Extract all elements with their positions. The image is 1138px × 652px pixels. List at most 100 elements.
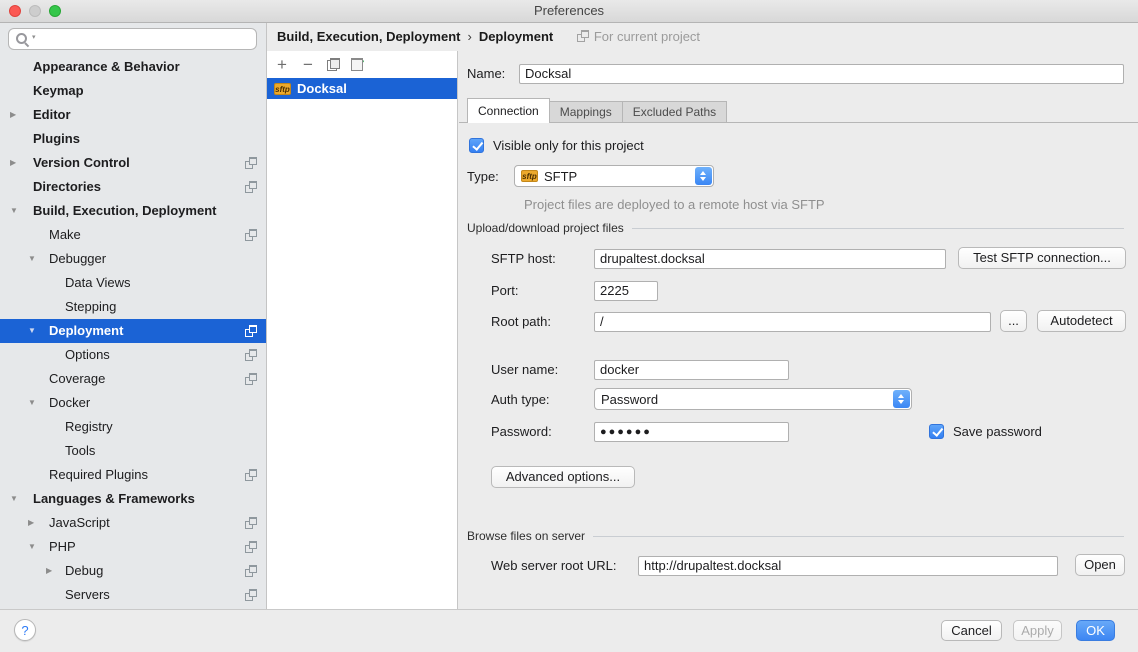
per-project-icon [245,349,257,361]
chevron-down-icon[interactable]: ▼ [28,319,36,343]
sidebar-item-javascript[interactable]: ▶JavaScript [0,511,266,535]
per-project-icon [245,157,257,169]
name-input[interactable]: Docksal [519,64,1124,84]
sidebar-item-required-plugins[interactable]: Required Plugins [0,463,266,487]
sidebar-item-coverage[interactable]: Coverage [0,367,266,391]
copy-server-button[interactable] [326,57,341,72]
zoom-window-button[interactable] [49,5,61,17]
cancel-button[interactable]: Cancel [941,620,1002,641]
name-label: Name: [467,64,505,84]
sidebar-item-servers[interactable]: Servers [0,583,266,607]
chevron-right-icon[interactable]: ▶ [10,151,16,175]
visible-only-checkbox[interactable] [469,138,484,153]
type-help-text: Project files are deployed to a remote h… [524,197,825,212]
test-sftp-connection-button[interactable]: Test SFTP connection... [958,247,1126,269]
user-name-input[interactable]: docker [594,360,789,380]
sidebar-item-registry[interactable]: Registry [0,415,266,439]
title-bar: Preferences [0,0,1138,23]
sidebar-item-label: Debug [0,559,266,583]
chevron-right-icon[interactable]: ▶ [10,103,16,127]
breadcrumb-parent[interactable]: Build, Execution, Deployment [277,29,460,44]
root-path-input[interactable]: / [594,312,991,332]
server-list-item-docksal[interactable]: sftpDocksal [267,78,457,99]
sidebar-item-label: Required Plugins [0,463,266,487]
use-as-default-button[interactable]: ✓ [351,57,366,72]
open-button[interactable]: Open [1075,554,1125,576]
sidebar-item-make[interactable]: Make [0,223,266,247]
sidebar-item-debug[interactable]: ▶Debug [0,559,266,583]
sidebar-item-debugger[interactable]: ▼Debugger [0,247,266,271]
tab-excluded-paths[interactable]: Excluded Paths [622,101,727,122]
sidebar-item-plugins[interactable]: Plugins [0,127,266,151]
per-project-icon [245,517,257,529]
sidebar-item-version-control[interactable]: ▶Version Control [0,151,266,175]
sidebar-item-label: JavaScript [0,511,266,535]
tab-mappings[interactable]: Mappings [550,101,622,122]
port-input[interactable]: 2225 [594,281,658,301]
autodetect-button[interactable]: Autodetect [1037,310,1126,332]
sidebar-item-label: PHP [0,535,266,559]
password-input[interactable]: ●●●●●● [594,422,789,442]
sidebar-item-php[interactable]: ▼PHP [0,535,266,559]
ok-button[interactable]: OK [1076,620,1115,641]
help-button[interactable]: ? [14,619,36,641]
tab-connection[interactable]: Connection [467,98,550,123]
settings-search-box[interactable]: ▾ [8,28,257,50]
chevron-down-icon[interactable]: ▼ [10,199,18,223]
user-name-label: User name: [491,360,558,380]
combo-stepper-icon[interactable] [695,167,712,185]
sidebar-item-data-views[interactable]: Data Views [0,271,266,295]
chevron-right-icon[interactable]: ▶ [28,511,34,535]
sidebar-item-docker[interactable]: ▼Docker [0,391,266,415]
sidebar-item-deployment[interactable]: ▼Deployment [0,319,266,343]
sidebar-item-build-execution-deployment[interactable]: ▼Build, Execution, Deployment [0,199,266,223]
sidebar-item-label: Directories [0,175,266,199]
save-password-checkbox[interactable] [929,424,944,439]
sidebar-item-editor[interactable]: ▶Editor [0,103,266,127]
sidebar-item-directories[interactable]: Directories [0,175,266,199]
server-item-label: Docksal [297,81,347,96]
search-input[interactable] [43,30,252,50]
chevron-down-icon[interactable]: ▼ [28,391,36,415]
sidebar-item-label: Make [0,223,266,247]
per-project-icon [245,589,257,601]
sidebar-item-languages-frameworks[interactable]: ▼Languages & Frameworks [0,487,266,511]
web-root-input[interactable]: http://drupaltest.docksal [638,556,1058,576]
upload-section-title: Upload/download project files [467,221,624,235]
chevron-right-icon[interactable]: ▶ [46,559,52,583]
dialog-footer: ? Cancel Apply OK [0,609,1138,652]
advanced-options-button[interactable]: Advanced options... [491,466,635,488]
section-divider [632,228,1124,229]
server-list-panel: +− ✓ sftpDocksal [267,51,458,610]
chevron-down-icon[interactable]: ▼ [28,247,36,271]
sidebar-item-stepping[interactable]: Stepping [0,295,266,319]
browse-root-path-button[interactable]: ... [1000,310,1027,332]
sidebar-item-label: Plugins [0,127,266,151]
remove-server-button[interactable]: − [300,55,316,75]
apply-button[interactable]: Apply [1013,620,1062,641]
combo-stepper-icon[interactable] [893,390,910,408]
sidebar-item-tools[interactable]: Tools [0,439,266,463]
sidebar-item-label: Docker [0,391,266,415]
chevron-down-icon[interactable]: ▼ [28,535,36,559]
settings-tabs: ConnectionMappingsExcluded Paths [459,99,1138,123]
auth-type-label: Auth type: [491,390,550,410]
port-label: Port: [491,281,518,301]
browse-section-title: Browse files on server [467,529,585,543]
sidebar-item-label: Stepping [0,295,266,319]
window-title: Preferences [0,0,1138,22]
sidebar-item-label: Debugger [0,247,266,271]
auth-type-select[interactable]: Password [594,388,912,410]
sidebar-item-options[interactable]: Options [0,343,266,367]
chevron-down-icon[interactable]: ▼ [10,487,18,511]
sidebar-item-keymap[interactable]: Keymap [0,79,266,103]
type-label: Type: [467,167,499,187]
search-options-caret-icon[interactable]: ▾ [32,33,36,41]
close-window-button[interactable] [9,5,21,17]
add-server-button[interactable]: + [274,55,290,75]
type-select[interactable]: sftp SFTP [514,165,714,187]
breadcrumb-separator: › [467,29,471,44]
sftp-host-input[interactable]: drupaltest.docksal [594,249,946,269]
sidebar-item-appearance-behavior[interactable]: Appearance & Behavior [0,55,266,79]
sidebar-item-label: Editor [0,103,266,127]
